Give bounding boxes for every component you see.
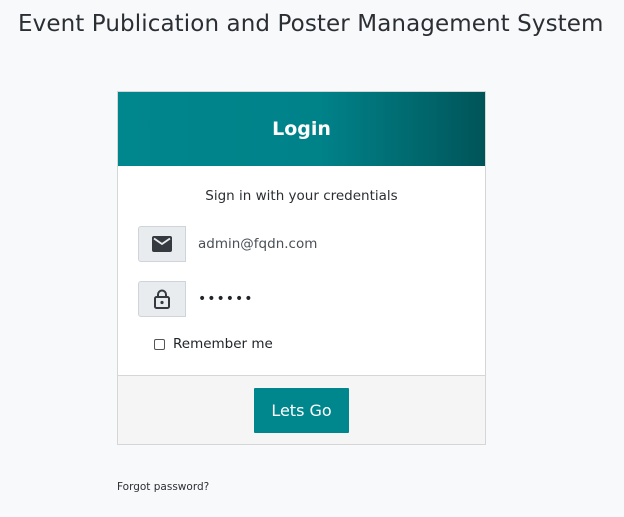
login-title: Login	[272, 118, 331, 140]
password-input-group	[138, 281, 466, 317]
login-subtitle: Sign in with your credentials	[205, 188, 398, 204]
email-input-group	[138, 226, 466, 262]
remember-me[interactable]: Remember me	[154, 336, 273, 352]
envelope-icon	[138, 226, 186, 262]
password-field[interactable]	[186, 281, 466, 317]
email-field[interactable]	[186, 226, 466, 262]
page-title: Event Publication and Poster Management …	[18, 11, 604, 37]
submit-button[interactable]: Lets Go	[254, 387, 349, 433]
login-card: Login Sign in with your credentials admi…	[117, 91, 486, 445]
forgot-password-link[interactable]: Forgot password?	[117, 481, 209, 493]
login-card-header: Login	[118, 92, 485, 166]
login-card-footer: Lets Go	[118, 375, 485, 444]
remember-me-checkbox[interactable]	[154, 338, 165, 350]
login-card-body: Sign in with your credentials admin@fqdn…	[118, 166, 485, 376]
lock-icon	[138, 281, 186, 317]
remember-me-label: Remember me	[173, 336, 273, 352]
